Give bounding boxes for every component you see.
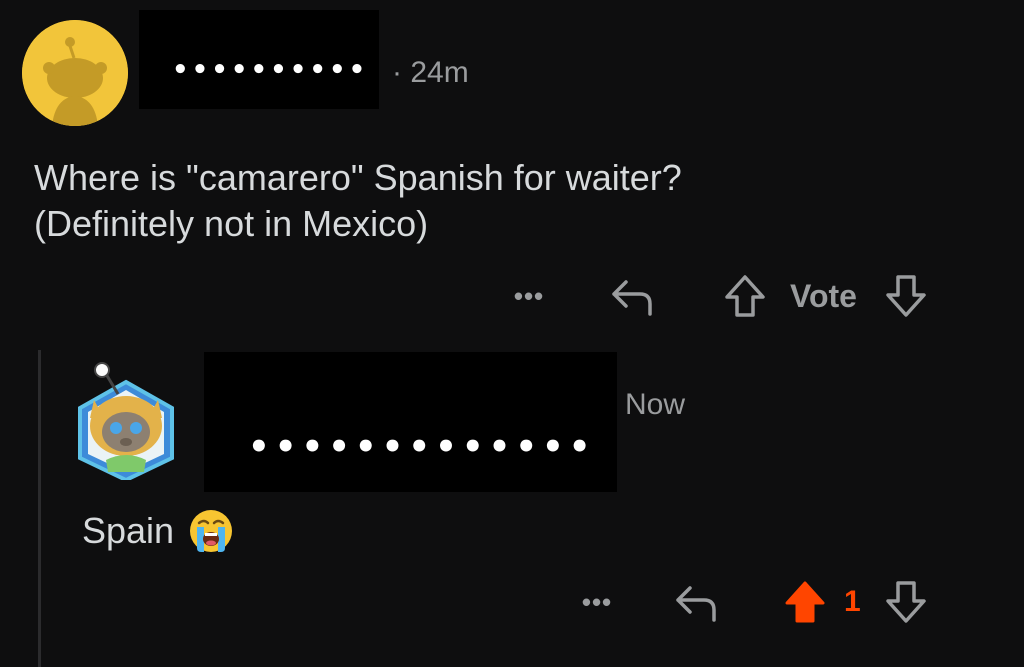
redacted-username: •••••••••• [139, 10, 379, 109]
reply-button[interactable] [668, 580, 724, 624]
reply-button[interactable] [602, 274, 662, 318]
redacted-username-text: ••••••••••••• [248, 427, 596, 467]
redacted-username: ••••••••••••• [204, 352, 617, 492]
upvote-button-active[interactable] [780, 579, 830, 625]
upvote-button[interactable] [720, 273, 770, 319]
snoo-avatar-icon [22, 20, 128, 126]
comment-timestamp: · 24m [392, 56, 469, 89]
reply-body-text: Spain [82, 510, 175, 551]
downvote-button[interactable] [881, 273, 931, 319]
more-options-button[interactable]: ••• [570, 587, 624, 618]
reply-actions: ••• 1 [570, 578, 931, 626]
vote-label: Vote [790, 277, 857, 314]
thread-line[interactable] [38, 350, 41, 667]
comment-body-line: Where is "camarero" Spanish for waiter? [34, 157, 682, 198]
commenter-avatar[interactable] [22, 20, 128, 126]
redacted-username-text: •••••••••• [172, 55, 369, 85]
upvote-arrow-filled-icon [785, 581, 825, 623]
comment-thread: •••••••••• · 24m Where is "camarero" Spa… [0, 0, 1024, 667]
loudly-crying-face-icon [190, 510, 233, 552]
reply-arrow-icon [676, 586, 716, 622]
vote-count: 1 [844, 585, 861, 618]
comment-body: Where is "camarero" Spanish for waiter? … [34, 155, 934, 247]
downvote-button[interactable] [881, 579, 931, 625]
downvote-arrow-icon [885, 581, 926, 623]
upvote-arrow-icon [725, 275, 765, 317]
comment-body-line: (Definitely not in Mexico) [34, 203, 429, 244]
reply-body: Spain [82, 508, 234, 554]
more-options-button[interactable]: ••• [500, 281, 558, 312]
comment-actions: ••• Vote [500, 272, 931, 320]
downvote-arrow-icon [886, 275, 926, 317]
reply-timestamp: Now [625, 388, 686, 421]
reply-arrow-icon [612, 280, 652, 316]
snoo-hexagon-avatar-icon [78, 362, 174, 483]
replier-avatar[interactable] [76, 360, 176, 483]
